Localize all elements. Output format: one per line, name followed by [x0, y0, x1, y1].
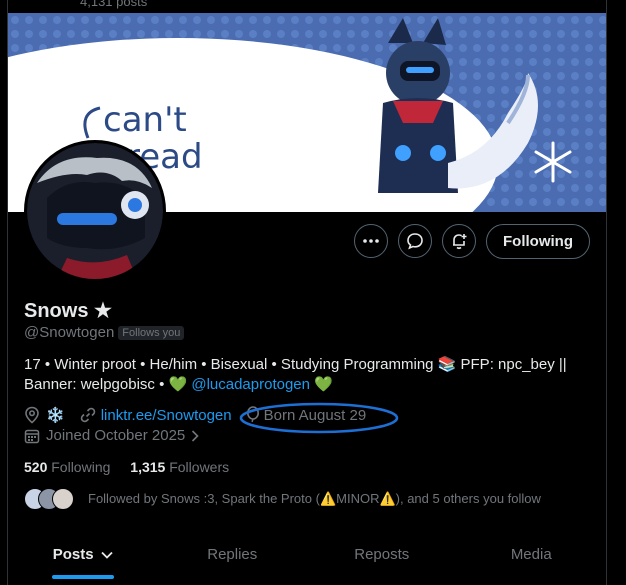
followers-label: Followers	[169, 459, 230, 475]
location-icon	[25, 406, 39, 424]
more-icon	[363, 239, 379, 243]
display-name: Snows ★	[24, 298, 112, 323]
follower-avatar	[52, 488, 74, 510]
tab-media[interactable]: Media	[457, 537, 607, 585]
bio-line-2: Banner: welpgobisc • 💚 @lucadaprotogen 💚	[24, 375, 594, 395]
joined-row: Joined October 2025	[24, 427, 199, 444]
followers-stat[interactable]: 1,315 Followers	[130, 459, 229, 475]
bell-plus-icon	[453, 234, 467, 250]
followers-count: 1,315	[130, 459, 166, 475]
following-button[interactable]: Following	[486, 224, 590, 259]
tab-posts-label: Posts	[52, 546, 94, 563]
follow-stats: 520 Following 1,315 Followers	[24, 459, 229, 475]
display-name-text: Snows	[24, 300, 89, 322]
chevron-right-icon[interactable]	[191, 429, 199, 442]
posts-count: 4,131 posts	[80, 0, 148, 9]
bio-line-2-suffix: 💚	[310, 376, 333, 393]
star-badge-icon: ★	[94, 300, 112, 322]
username: @Snowtogen	[24, 324, 115, 341]
following-stat[interactable]: 520 Following	[24, 459, 110, 475]
following-label: Following	[51, 459, 111, 475]
more-options-button[interactable]	[354, 224, 388, 258]
chat-bubble-icon	[407, 233, 423, 250]
avatar[interactable]	[24, 140, 166, 282]
message-button[interactable]	[398, 224, 432, 258]
followed-by-text: Followed by Snows :3, Spark the Proto (⚠…	[88, 491, 541, 506]
tab-posts[interactable]: Posts	[8, 537, 158, 585]
active-tab-indicator	[51, 575, 114, 579]
chevron-down-icon	[101, 551, 113, 559]
tab-replies[interactable]: Replies	[158, 537, 308, 585]
banner-text-cant: can't	[103, 100, 187, 140]
following-count: 520	[24, 459, 48, 475]
website-link[interactable]: linktr.ee/Snowtogen	[101, 407, 232, 424]
handle-row: @Snowtogen Follows you	[24, 324, 185, 341]
bio-line-1: 17 • Winter proot • He/him • Bisexual • …	[24, 356, 567, 373]
followed-by-row[interactable]: Followed by Snows :3, Spark the Proto (⚠…	[24, 488, 541, 510]
mention-link[interactable]: @lucadaprotogen	[191, 376, 310, 393]
joined-text: Joined October 2025	[46, 427, 186, 444]
notifications-button[interactable]	[442, 224, 476, 258]
column-border-right	[606, 0, 607, 585]
profile-tabs: Posts Replies Reposts Media	[8, 537, 606, 585]
calendar-icon	[24, 429, 40, 443]
bio: 17 • Winter proot • He/him • Bisexual • …	[24, 355, 594, 395]
annotation-circle	[239, 402, 399, 434]
location-text: ❄️	[46, 407, 65, 424]
follows-you-badge: Follows you	[118, 325, 185, 340]
bio-line-2-prefix: Banner: welpgobisc • 💚	[24, 376, 192, 393]
tab-reposts[interactable]: Reposts	[307, 537, 457, 585]
link-icon	[80, 407, 95, 423]
